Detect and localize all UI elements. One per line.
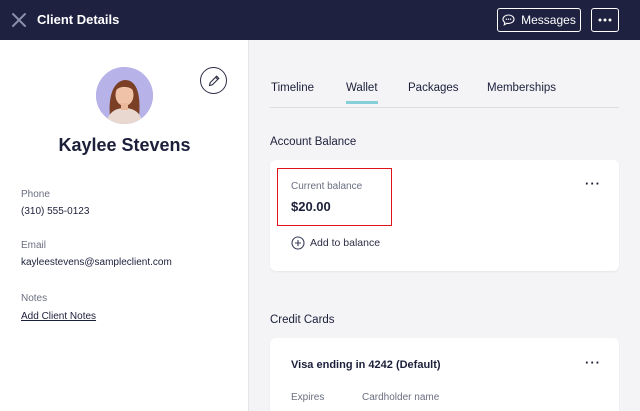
messages-label: Messages (521, 13, 576, 27)
phone-value: (310) 555-0123 (21, 206, 90, 217)
pencil-icon (208, 74, 220, 86)
add-client-notes-link[interactable]: Add Client Notes (21, 311, 96, 322)
tab-memberships[interactable]: Memberships (487, 82, 556, 94)
credit-card-card: Visa ending in 4242 (Default) ··· Expire… (270, 338, 619, 411)
ellipsis-icon (598, 18, 612, 22)
notes-label: Notes (21, 293, 48, 304)
edit-client-button[interactable] (200, 67, 227, 94)
current-balance-highlight (277, 168, 392, 226)
client-name: Kaylee Stevens (58, 135, 191, 155)
plus-circle-icon (291, 236, 305, 250)
email-label: Email (21, 240, 47, 251)
tab-packages[interactable]: Packages (408, 82, 459, 94)
top-bar: Client Details Messages (0, 0, 640, 40)
phone-label: Phone (21, 189, 50, 200)
account-balance-heading: Account Balance (270, 136, 357, 148)
add-to-balance-button[interactable]: Add to balance (291, 236, 380, 250)
expires-label: Expires (291, 392, 325, 403)
add-to-balance-label: Add to balance (310, 237, 381, 249)
page-title: Client Details (37, 12, 120, 27)
card-more-icon[interactable]: ··· (585, 355, 601, 370)
close-icon[interactable] (10, 11, 28, 29)
tab-timeline[interactable]: Timeline (271, 82, 314, 94)
client-tabs: Timeline Wallet Packages Memberships (270, 82, 619, 108)
card-title: Visa ending in 4242 (Default) (291, 359, 441, 371)
cardholder-name-label: Cardholder name (362, 392, 440, 403)
balance-more-icon[interactable]: ··· (585, 176, 601, 191)
chat-bubble-icon (502, 14, 515, 26)
messages-button[interactable]: Messages (497, 8, 581, 32)
email-value: kayleestevens@sampleclient.com (21, 257, 172, 268)
avatar (96, 67, 153, 124)
credit-cards-heading: Credit Cards (270, 314, 335, 326)
client-sidebar: Kaylee Stevens Phone (310) 555-0123 Emai… (0, 40, 249, 411)
tab-wallet[interactable]: Wallet (346, 82, 378, 104)
more-options-button[interactable] (591, 8, 619, 32)
